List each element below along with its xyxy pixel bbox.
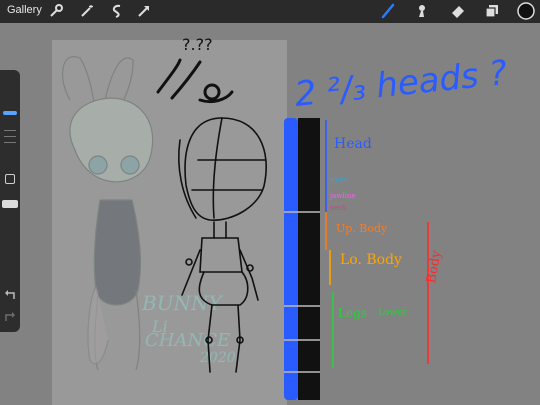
scribble-question-marks: ?.?? bbox=[182, 35, 213, 54]
label-legs: Legs bbox=[338, 306, 367, 320]
reference-character bbox=[62, 56, 154, 371]
reference-text-chance: CHANCE bbox=[145, 330, 230, 351]
reference-text-year: 2020 bbox=[199, 350, 236, 366]
drawing-artwork: BUNNY Li CHANCE 2020 ?.?? 2 ²/₃ heads ? bbox=[62, 35, 509, 400]
black-ruler bbox=[298, 118, 320, 400]
label-jawline: jawline bbox=[330, 192, 356, 200]
label-eyes: eyes bbox=[330, 175, 349, 184]
label-up-body: Up. Body bbox=[336, 222, 388, 235]
blue-ruler bbox=[284, 118, 298, 400]
label-legs-extra: Lower bbox=[378, 308, 407, 318]
label-lo-body: Lo. Body bbox=[340, 252, 402, 268]
label-head: Head bbox=[334, 136, 372, 152]
reference-handwriting: BUNNY Li CHANCE 2020 bbox=[141, 291, 236, 366]
scribble-marks bbox=[156, 58, 234, 104]
label-neck: neck bbox=[330, 204, 347, 212]
headline-heads: 2 ²/₃ heads ? bbox=[293, 53, 509, 115]
